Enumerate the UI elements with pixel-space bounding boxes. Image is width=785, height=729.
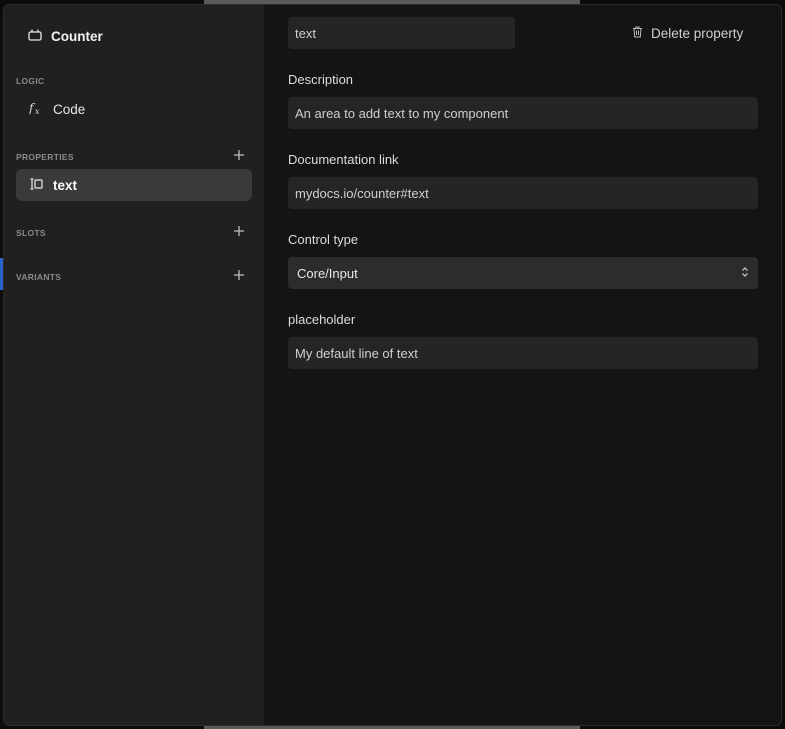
function-fx-icon: f x (28, 101, 43, 118)
documentation-link-label: Documentation link (288, 152, 399, 167)
svg-text:x: x (35, 107, 40, 115)
property-editor: text Delete property Description An area… (264, 5, 781, 725)
text-property-icon (29, 177, 43, 194)
section-label-variants: VARIANTS (16, 272, 62, 282)
plus-icon (233, 148, 245, 166)
add-slot-button[interactable] (232, 226, 246, 240)
add-property-button[interactable] (232, 150, 246, 164)
description-label: Description (288, 72, 354, 87)
property-name-input[interactable]: text (288, 17, 515, 49)
section-label-properties: PROPERTIES (16, 152, 74, 162)
trash-icon (632, 26, 643, 41)
delete-property-button[interactable]: Delete property (632, 22, 743, 44)
plus-icon (233, 268, 245, 286)
sidebar-item-text-property[interactable]: text (16, 169, 252, 201)
sidebar-item-label: text (53, 177, 78, 193)
component-title-label: Counter (51, 28, 103, 44)
add-variant-button[interactable] (232, 270, 246, 284)
documentation-link-input[interactable]: mydocs.io/counter#text (288, 177, 758, 209)
section-label-logic: LOGIC (16, 76, 45, 86)
control-type-label: Control type (288, 232, 359, 247)
description-input[interactable]: An area to add text to my component (288, 97, 758, 129)
delete-property-label: Delete property (651, 25, 744, 41)
plus-icon (233, 224, 245, 242)
placeholder-input[interactable]: My default line of text (288, 337, 758, 369)
placeholder-label: placeholder (288, 312, 356, 327)
sidebar-item-label: Code (53, 101, 86, 117)
component-properties-dialog: Counter LOGIC f x Code PROPERTIES text S… (3, 4, 782, 726)
chevron-updown-icon (741, 266, 749, 281)
sidebar: Counter LOGIC f x Code PROPERTIES text S… (4, 5, 264, 725)
section-label-slots: SLOTS (16, 228, 46, 238)
component-icon (28, 28, 42, 44)
sidebar-item-code[interactable]: f x Code (16, 93, 252, 125)
control-type-select[interactable]: Core/Input (288, 257, 758, 289)
control-type-value: Core/Input (297, 265, 358, 281)
component-title: Counter (28, 25, 103, 47)
